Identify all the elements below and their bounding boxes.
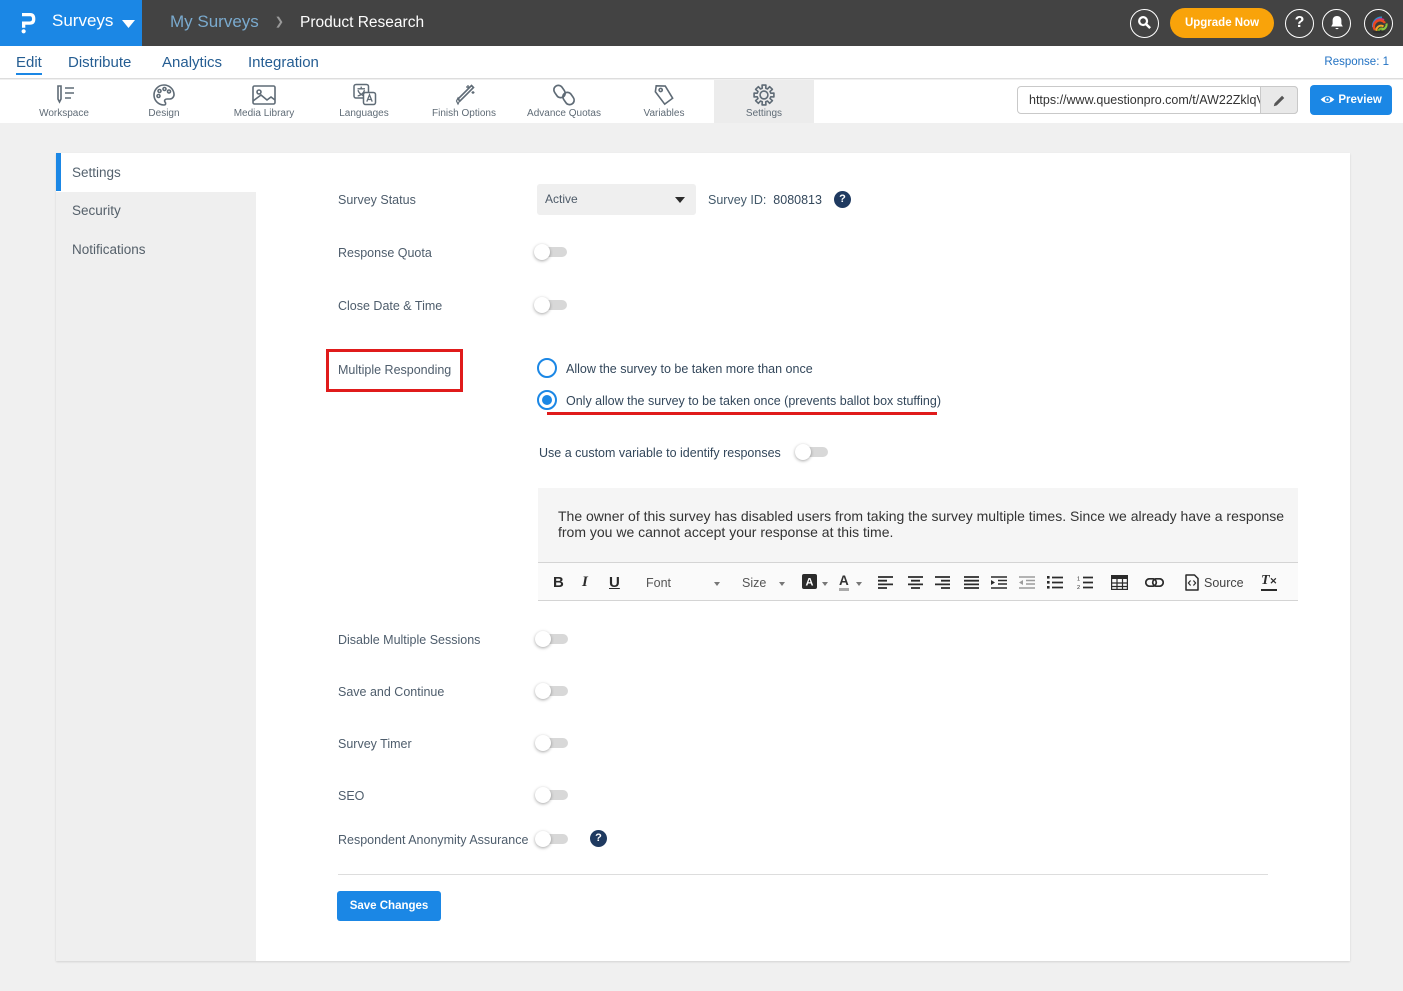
svg-text:A: A [806,577,814,589]
svg-text:1: 1 [1077,577,1080,583]
svg-text:2: 2 [1077,585,1080,589]
